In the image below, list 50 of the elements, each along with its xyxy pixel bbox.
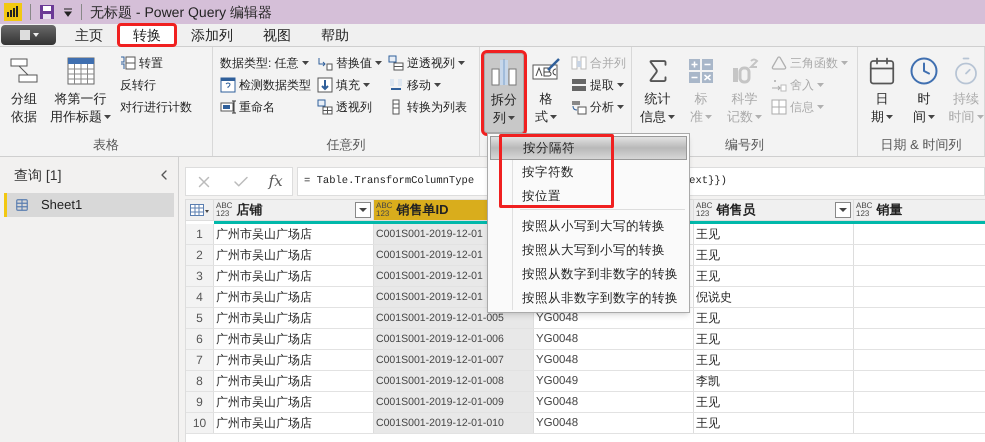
row-number: 7 <box>186 350 214 370</box>
row-number: 1 <box>186 224 214 244</box>
column-name: 销量 <box>876 201 904 220</box>
table-cell-text: YG0048 <box>535 311 580 326</box>
table-cell-text: C001S001-2019-12-01-009 <box>376 395 504 410</box>
row-number: 3 <box>186 266 214 286</box>
row-number: 5 <box>186 308 214 328</box>
row-number: 9 <box>186 392 214 412</box>
table-cell-text: C001S001-2019-12-01-006 <box>376 332 504 347</box>
column-name: 销售员 <box>716 201 756 220</box>
table-cell: 王见 <box>694 308 854 328</box>
table-cell: 王见 <box>694 245 854 265</box>
table-cell-text: YG0048 <box>535 395 580 410</box>
row-number: 4 <box>186 287 214 307</box>
type-label: ABC 123 <box>696 202 712 218</box>
table-cell: 王见 <box>694 350 854 370</box>
table-cell-text: YG0048 <box>535 332 580 347</box>
table-cell-text: C001S001-2019-12-01 <box>376 290 483 305</box>
type-label: ABC 123 <box>376 202 392 218</box>
table-cell: 王见 <box>694 329 854 349</box>
type-label: ABC 123 <box>216 202 232 218</box>
row-number: 8 <box>186 371 214 391</box>
queries-title: 查询 [1] <box>14 166 62 185</box>
group-label: 表格 <box>93 136 119 154</box>
table-cell-text: C001S001-2019-12-01-010 <box>376 416 504 431</box>
group-label: 编号列 <box>725 136 764 154</box>
table-cell-text: C001S001-2019-12-01 <box>376 269 483 284</box>
table-cell-text: C001S001-2019-12-01 <box>376 248 483 263</box>
table-cell-text: C001S001-2019-12-01-007 <box>376 353 504 368</box>
row-number: 6 <box>186 329 214 349</box>
table-cell-text: YG0048 <box>535 416 580 431</box>
table-cell-text: C001S001-2019-12-01-005 <box>376 311 504 326</box>
group-label: 日期 & 时间列 <box>880 136 962 154</box>
table-cell: 王见 <box>694 392 854 412</box>
row-number: 2 <box>186 245 214 265</box>
table-cell-text: C001S001-2019-12-01 <box>376 227 483 242</box>
table-cell: 王见 <box>694 266 854 286</box>
table-cell: 倪说史 <box>694 287 854 307</box>
type-label: ABC 123 <box>856 202 872 218</box>
table-cell: 王见 <box>694 413 854 433</box>
group-label: 任意列 <box>326 136 366 154</box>
column-name: 店铺 <box>236 201 264 220</box>
table-cell: 王见 <box>694 224 854 244</box>
table-cell-text: YG0048 <box>535 353 580 368</box>
table-cell-text: C001S001-2019-12-01-008 <box>376 374 504 389</box>
column-name: 销售单ID <box>396 201 450 220</box>
row-number: 10 <box>186 413 214 433</box>
window-title: 无标题 - Power Query 编辑器 <box>90 2 272 22</box>
table-cell-text: YG0049 <box>535 374 580 389</box>
table-cell: 李凯 <box>694 371 854 391</box>
